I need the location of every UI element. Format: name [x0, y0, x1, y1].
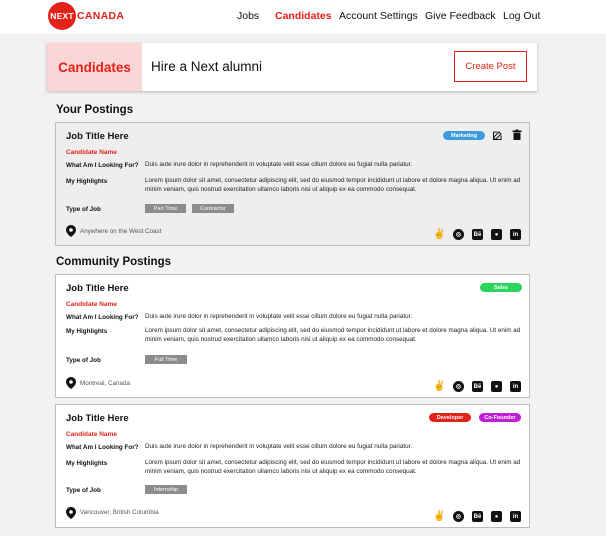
type-of-job-label: Type of Job: [66, 357, 101, 364]
highlights-label: My Highlights: [66, 460, 108, 467]
job-title: Job Title Here: [66, 283, 129, 294]
job-type-chip: Full Time: [145, 355, 187, 364]
category-badge: Sales: [480, 283, 522, 292]
category-badge: Marketing: [443, 131, 485, 140]
nav-account-settings[interactable]: Account Settings: [339, 10, 418, 22]
location-text: Vancouver, British Columbia: [80, 509, 159, 516]
dribbble-icon[interactable]: ◎: [453, 511, 464, 522]
category-badge: Developer: [429, 413, 471, 422]
candidate-name[interactable]: Candidate Name: [66, 149, 117, 156]
highlights-text: Lorem ipsum dolor sit amet, consectetur …: [145, 327, 521, 343]
edit-icon[interactable]: [492, 129, 504, 141]
github-icon[interactable]: ●: [491, 511, 502, 522]
location-pin-icon: [66, 225, 76, 237]
linkedin-icon[interactable]: in: [510, 511, 521, 522]
candidate-name[interactable]: Candidate Name: [66, 301, 117, 308]
social-links: ✌ ◎ Bē ● in: [433, 511, 521, 522]
location-pin-icon: [66, 377, 76, 389]
page-title: Candidates: [47, 43, 142, 91]
logo-mark: NEXT: [48, 2, 76, 30]
nav-jobs[interactable]: Jobs: [237, 10, 259, 22]
category-badge: Co-Founder: [479, 413, 521, 422]
your-postings-heading: Your Postings: [56, 104, 134, 116]
nav-candidates[interactable]: Candidates: [275, 10, 332, 22]
posting-card: Job Title Here Marketing Candidate Name …: [55, 122, 530, 246]
looking-for-text: Duis aute irure dolor in reprehenderit i…: [145, 161, 413, 168]
candidate-name[interactable]: Candidate Name: [66, 431, 117, 438]
trash-icon[interactable]: [511, 129, 523, 141]
job-type-chip: Contractor: [192, 204, 234, 213]
dribbble-icon[interactable]: ◎: [453, 381, 464, 392]
looking-for-label: What Am I Looking For?: [66, 162, 139, 169]
behance-icon[interactable]: Bē: [472, 511, 483, 522]
social-links: ✌ ◎ Bē ● in: [433, 381, 521, 392]
logo[interactable]: NEXT CANADA: [48, 2, 124, 30]
social-links: ✌ ◎ Bē ● in: [433, 229, 521, 240]
angellist-icon[interactable]: ✌: [433, 229, 445, 240]
nav-log-out[interactable]: Log Out: [503, 10, 540, 22]
job-type-chip: Internship: [145, 485, 187, 494]
angellist-icon[interactable]: ✌: [433, 381, 445, 392]
looking-for-label: What Am I Looking For?: [66, 444, 139, 451]
github-icon[interactable]: ●: [491, 381, 502, 392]
type-of-job-label: Type of Job: [66, 206, 101, 213]
location-text: Montreal, Canada: [80, 380, 131, 387]
linkedin-icon[interactable]: in: [510, 229, 521, 240]
logo-word: CANADA: [77, 10, 125, 22]
looking-for-label: What Am I Looking For?: [66, 314, 139, 321]
posting-card: Job Title Here Sales Candidate Name What…: [55, 274, 530, 398]
banner-subtitle: Hire a Next alumni: [151, 59, 263, 74]
job-title: Job Title Here: [66, 131, 129, 142]
linkedin-icon[interactable]: in: [510, 381, 521, 392]
job-title: Job Title Here: [66, 413, 129, 424]
behance-icon[interactable]: Bē: [472, 381, 483, 392]
posting-card: Job Title Here Developer Co-Founder Cand…: [55, 404, 530, 528]
location-text: Anywhere on the West Coast: [80, 228, 162, 235]
angellist-icon[interactable]: ✌: [433, 511, 445, 522]
type-of-job-label: Type of Job: [66, 487, 101, 494]
highlights-label: My Highlights: [66, 328, 108, 335]
nav-give-feedback[interactable]: Give Feedback: [425, 10, 496, 22]
behance-icon[interactable]: Bē: [472, 229, 483, 240]
job-type-chip: Part Time: [145, 204, 186, 213]
looking-for-text: Duis aute irure dolor in reprehenderit i…: [145, 443, 413, 450]
looking-for-text: Duis aute irure dolor in reprehenderit i…: [145, 313, 413, 320]
create-post-button[interactable]: Create Post: [454, 51, 527, 82]
top-nav: NEXT CANADA Jobs Candidates Account Sett…: [0, 0, 606, 34]
github-icon[interactable]: ●: [491, 229, 502, 240]
highlights-text: Lorem ipsum dolor sit amet, consectetur …: [145, 177, 521, 193]
highlights-label: My Highlights: [66, 178, 108, 185]
highlights-text: Lorem ipsum dolor sit amet, consectetur …: [145, 459, 521, 475]
location-pin-icon: [66, 507, 76, 519]
dribbble-icon[interactable]: ◎: [453, 229, 464, 240]
page-banner: Candidates Hire a Next alumni Create Pos…: [47, 43, 537, 91]
community-postings-heading: Community Postings: [56, 256, 172, 268]
